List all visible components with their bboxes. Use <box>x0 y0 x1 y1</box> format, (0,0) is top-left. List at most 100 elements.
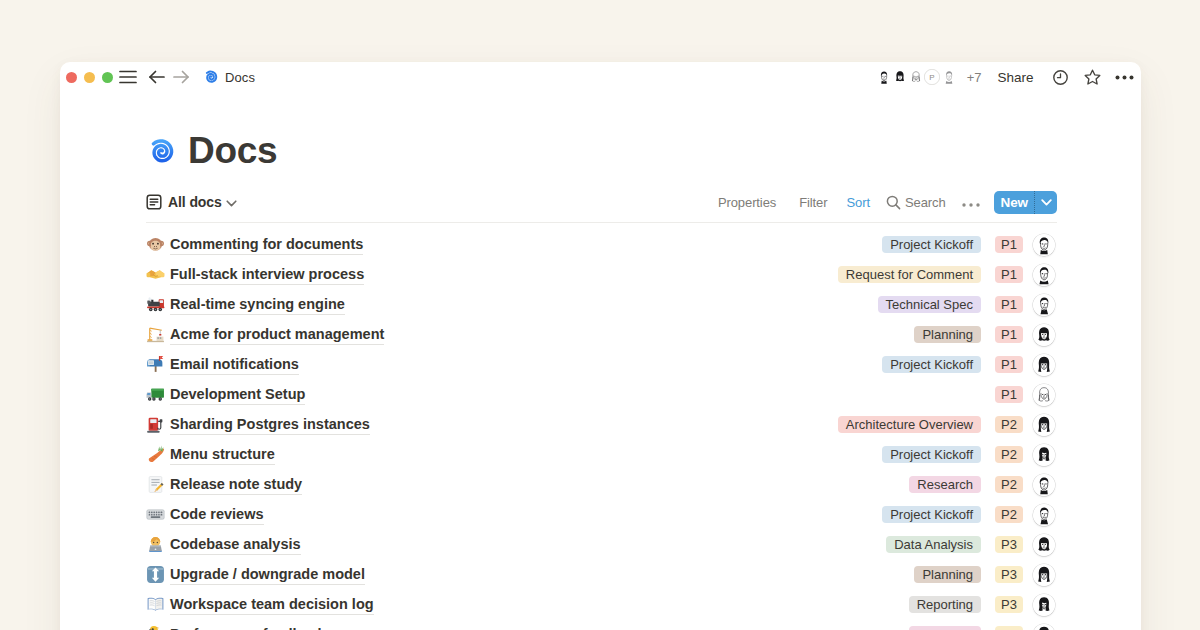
assignee-avatar[interactable] <box>1033 234 1055 256</box>
doc-type-badge[interactable]: Project Kickoff <box>882 506 981 523</box>
doc-type-badge[interactable]: Request for Comment <box>838 266 981 283</box>
priority-badge[interactable]: P3 <box>995 566 1023 583</box>
view-switcher[interactable]: All docs <box>146 193 237 211</box>
minimize-window-button[interactable] <box>84 72 95 83</box>
priority-badge[interactable]: P2 <box>995 446 1023 463</box>
doc-type-badge[interactable]: Project Kickoff <box>882 356 981 373</box>
docs-favicon-cyclone-icon <box>203 69 219 85</box>
menu-icon[interactable] <box>119 70 137 84</box>
assignee-avatar[interactable] <box>1033 594 1055 616</box>
doc-row[interactable]: Performance feedback Research P3 <box>146 620 1057 630</box>
priority-badge[interactable]: P1 <box>995 296 1023 313</box>
collaborator-avatar[interactable] <box>908 69 924 85</box>
share-button[interactable]: Share <box>997 70 1033 85</box>
doc-title[interactable]: Acme for product management <box>170 325 384 345</box>
doc-row[interactable]: Acme for product management Planning P1 <box>146 320 1057 350</box>
keyboard-icon <box>146 505 165 524</box>
doc-row[interactable]: Commenting for documents Project Kickoff… <box>146 230 1057 260</box>
favorite-star-icon[interactable] <box>1084 69 1101 86</box>
doc-title[interactable]: Codebase analysis <box>170 535 301 555</box>
doc-row[interactable]: Sharding Postgres instances Architecture… <box>146 410 1057 440</box>
doc-type-badge[interactable]: Planning <box>914 326 981 343</box>
assignee-avatar[interactable] <box>1033 474 1055 496</box>
new-button[interactable]: New <box>994 191 1057 214</box>
svg-text:P: P <box>930 73 935 82</box>
properties-button[interactable]: Properties <box>718 195 776 210</box>
search-icon <box>886 195 901 210</box>
doc-type-badge[interactable]: Project Kickoff <box>882 236 981 253</box>
assignee-avatar[interactable] <box>1033 534 1055 556</box>
priority-badge[interactable]: P3 <box>995 596 1023 613</box>
assignee-avatar[interactable] <box>1033 384 1055 406</box>
assignee-avatar[interactable] <box>1033 324 1055 346</box>
database-controls: All docs Properties Filter Sort Search N… <box>146 190 1057 214</box>
priority-badge[interactable]: P3 <box>995 626 1023 630</box>
doc-title[interactable]: Email notifications <box>170 355 299 375</box>
doc-title[interactable]: Release note study <box>170 475 302 495</box>
filter-button[interactable]: Filter <box>799 195 827 210</box>
doc-title[interactable]: Code reviews <box>170 505 264 525</box>
assignee-avatar[interactable] <box>1033 444 1055 466</box>
doc-row[interactable]: Workspace team decision log Reporting P3 <box>146 590 1057 620</box>
doc-type-badge[interactable]: Architecture Overview <box>838 416 981 433</box>
doc-row[interactable]: Development Setup P1 <box>146 380 1057 410</box>
collaborator-avatars[interactable]: P <box>876 69 957 85</box>
doc-title[interactable]: Workspace team decision log <box>170 595 374 615</box>
assignee-avatar[interactable] <box>1033 264 1055 286</box>
zoom-window-button[interactable] <box>102 72 113 83</box>
priority-badge[interactable]: P2 <box>995 476 1023 493</box>
doc-row[interactable]: Upgrade / downgrade model Planning P3 <box>146 560 1057 590</box>
doc-type-badge[interactable]: Planning <box>914 566 981 583</box>
priority-badge[interactable]: P1 <box>995 266 1023 283</box>
doc-title[interactable]: Menu structure <box>170 445 275 465</box>
assignee-avatar[interactable] <box>1033 294 1055 316</box>
doc-row[interactable]: Real-time syncing engine Technical Spec … <box>146 290 1057 320</box>
collaborator-avatar[interactable]: P <box>924 69 940 85</box>
traffic-lights <box>66 72 113 83</box>
doc-row[interactable]: Full-stack interview process Request for… <box>146 260 1057 290</box>
doc-type-badge[interactable]: Technical Spec <box>878 296 981 313</box>
doc-type-badge[interactable]: Data Analysis <box>886 536 981 553</box>
priority-badge[interactable]: P3 <box>995 536 1023 553</box>
doc-type-badge[interactable]: Research <box>909 626 981 630</box>
doc-title[interactable]: Sharding Postgres instances <box>170 415 370 435</box>
assignee-avatar[interactable] <box>1033 624 1055 630</box>
doc-row[interactable]: Menu structure Project Kickoff P2 <box>146 440 1057 470</box>
assignee-avatar[interactable] <box>1033 504 1055 526</box>
assignee-avatar[interactable] <box>1033 564 1055 586</box>
doc-type-badge[interactable]: Research <box>909 476 981 493</box>
priority-badge[interactable]: P1 <box>995 386 1023 403</box>
doc-row[interactable]: Release note study Research P2 <box>146 470 1057 500</box>
search-button[interactable]: Search <box>886 195 946 210</box>
collaborator-avatar[interactable] <box>892 69 908 85</box>
view-more-options-button[interactable] <box>962 195 980 210</box>
doc-title[interactable]: Development Setup <box>170 385 305 405</box>
priority-badge[interactable]: P2 <box>995 416 1023 433</box>
window-more-options-icon[interactable] <box>1115 75 1134 80</box>
assignee-avatar[interactable] <box>1033 354 1055 376</box>
new-button-caret[interactable] <box>1035 191 1057 214</box>
doc-type-badge[interactable]: Project Kickoff <box>882 446 981 463</box>
doc-title[interactable]: Performance feedback <box>170 625 326 630</box>
priority-badge[interactable]: P2 <box>995 506 1023 523</box>
assignee-avatar[interactable] <box>1033 414 1055 436</box>
history-clock-icon[interactable] <box>1053 70 1068 85</box>
doc-type-badge[interactable]: Reporting <box>909 596 981 613</box>
priority-badge[interactable]: P1 <box>995 236 1023 253</box>
doc-row[interactable]: Code reviews Project Kickoff P2 <box>146 500 1057 530</box>
page-title: Docs <box>188 130 277 172</box>
priority-badge[interactable]: P1 <box>995 356 1023 373</box>
back-icon[interactable] <box>148 70 165 84</box>
doc-title[interactable]: Commenting for documents <box>170 235 363 255</box>
doc-title[interactable]: Upgrade / downgrade model <box>170 565 365 585</box>
doc-row[interactable]: Email notifications Project Kickoff P1 <box>146 350 1057 380</box>
doc-row[interactable]: Codebase analysis Data Analysis P3 <box>146 530 1057 560</box>
doc-title[interactable]: Full-stack interview process <box>170 265 364 285</box>
forward-icon[interactable] <box>173 70 190 84</box>
collaborator-avatar[interactable] <box>876 69 892 85</box>
close-window-button[interactable] <box>66 72 77 83</box>
collaborator-avatar[interactable] <box>941 69 957 85</box>
doc-title[interactable]: Real-time syncing engine <box>170 295 345 315</box>
priority-badge[interactable]: P1 <box>995 326 1023 343</box>
sort-button[interactable]: Sort <box>846 195 869 210</box>
